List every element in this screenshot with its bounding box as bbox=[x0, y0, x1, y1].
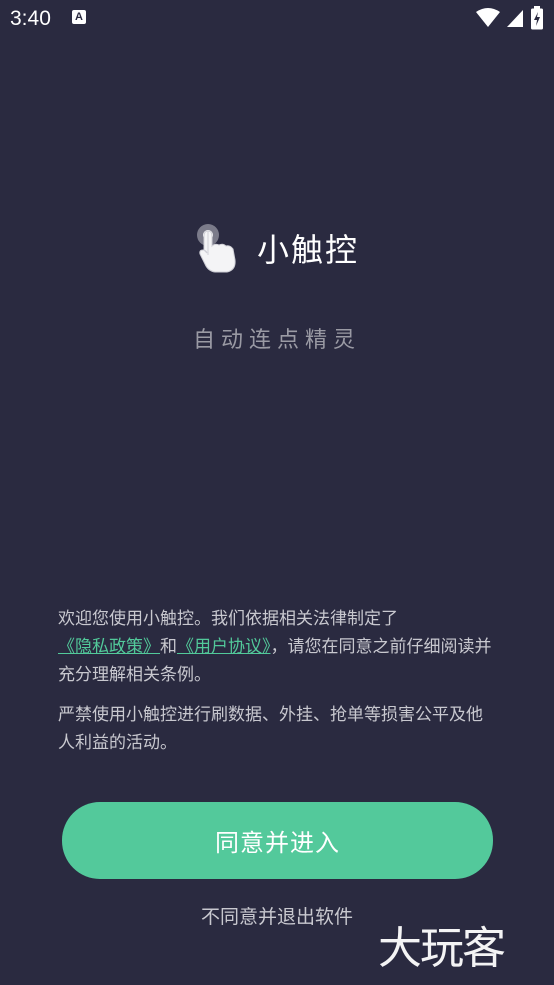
battery-charging-icon bbox=[531, 6, 543, 30]
watermark-logo: 大玩客 bbox=[378, 923, 506, 974]
agreement-text: 欢迎您使用小触控。我们依据相关法律制定了《隐私政策》和《用户协议》，请您在同意之… bbox=[58, 605, 498, 769]
user-agreement-link[interactable]: 《用户协议》 bbox=[177, 637, 271, 657]
welcome-screen: 3:40 A 小触控 自动连点精灵 欢迎您使用小触控。我们依据相关法律制定了《隐… bbox=[0, 0, 554, 985]
status-icons bbox=[476, 6, 544, 30]
cell-signal-icon bbox=[507, 10, 523, 27]
app-slogan: 自动连点精灵 bbox=[192, 328, 361, 353]
tapping-hand-icon bbox=[196, 224, 236, 273]
app-name: 小触控 bbox=[256, 231, 359, 269]
agreement-intro: 欢迎您使用小触控。我们依据相关法律制定了《隐私政策》和《用户协议》，请您在同意之… bbox=[58, 605, 498, 689]
agree-and-enter-button[interactable]: 同意并进入 bbox=[62, 802, 493, 879]
a-letter-icon: A bbox=[72, 10, 86, 24]
agreement-warning: 严禁使用小触控进行刷数据、外挂、抢单等损害公平及他人利益的活动。 bbox=[58, 705, 483, 753]
status-time: 3:40 bbox=[10, 7, 51, 30]
wifi-icon bbox=[476, 8, 500, 27]
app-logo-row: 小触控 bbox=[0, 222, 554, 274]
status-bar: 3:40 A bbox=[0, 0, 554, 38]
agreement-intro-prefix: 欢迎您使用小触控。我们依据相关法律制定了 bbox=[58, 609, 398, 629]
privacy-policy-link[interactable]: 《隐私政策》 bbox=[58, 637, 160, 657]
agreement-conjunction: 和 bbox=[160, 637, 177, 657]
